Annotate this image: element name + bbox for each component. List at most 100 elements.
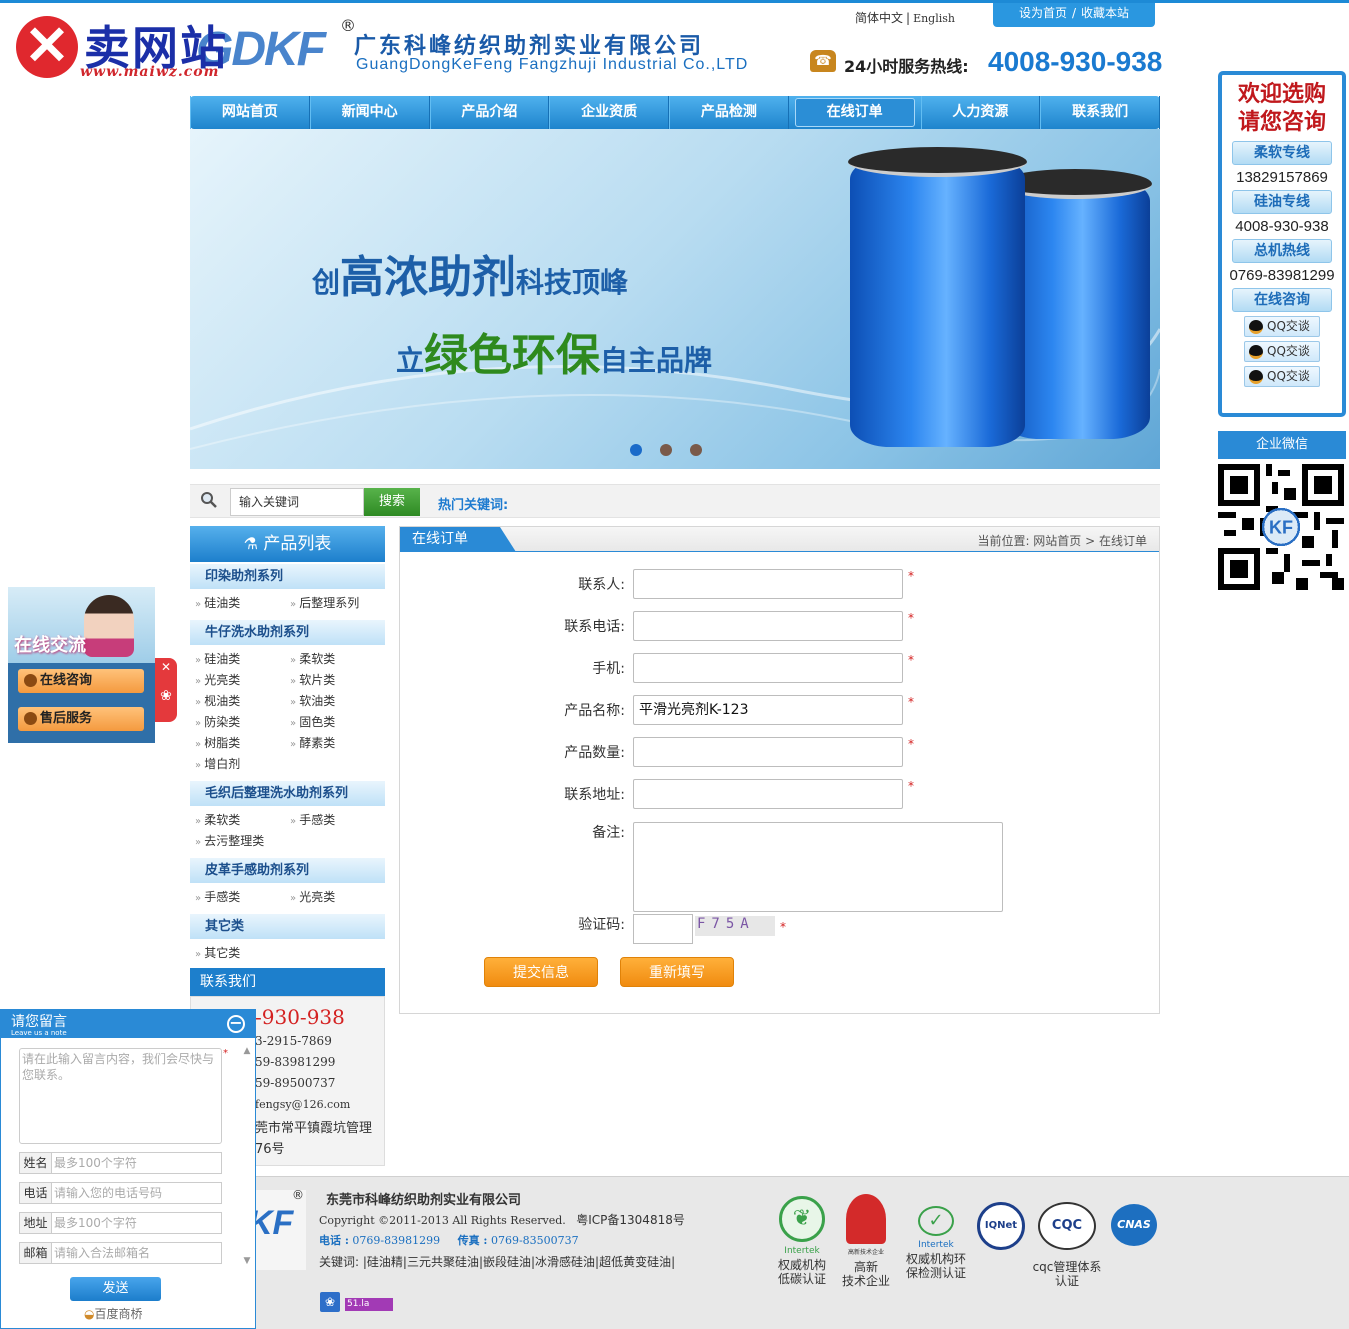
baidu-paw-icon[interactable]: ❀: [320, 1292, 340, 1312]
captcha-input[interactable]: [633, 914, 693, 944]
sidebar-subitem[interactable]: 光亮类: [290, 887, 385, 908]
reset-button[interactable]: 重新填写: [620, 957, 734, 987]
panel-header: 在线订单 当前位置: 网站首页 > 在线订单: [400, 527, 1159, 552]
slide-dot[interactable]: [630, 444, 642, 456]
sidebar-subitem[interactable]: 柔软类: [195, 810, 290, 831]
sidebar-subitem[interactable]: 软油类: [290, 691, 385, 712]
nav-qualification[interactable]: 企业资质: [549, 96, 669, 129]
category-other[interactable]: 其它类: [190, 914, 385, 939]
cert-iqnet[interactable]: IQNet: [974, 1202, 1028, 1254]
cert-cnas[interactable]: CNAS: [1108, 1204, 1160, 1250]
scrollbar[interactable]: ▲ ▼: [241, 1046, 253, 1266]
watermark-x-icon: ✕: [24, 16, 70, 76]
note-textarea[interactable]: [633, 822, 1003, 912]
silicone-line-number: 4008-930-938: [1235, 218, 1329, 235]
qq-chat-button[interactable]: QQ交谈: [1244, 341, 1320, 362]
cert-cqc[interactable]: CQC cqc管理体系认证: [1030, 1202, 1104, 1288]
search-input[interactable]: 输入关键词: [230, 488, 364, 516]
cert-intertek-lowcarbon[interactable]: ❦ Intertek 权威机构 低碳认证: [770, 1196, 834, 1286]
search-button[interactable]: 搜索: [364, 488, 420, 516]
sidebar-subitem[interactable]: 固色类: [290, 712, 385, 733]
contact-fax: 59-89500737: [255, 1076, 336, 1090]
sidebar-subitem[interactable]: 树脂类: [195, 733, 290, 754]
watermark-url: www.maiwz.com: [80, 64, 220, 80]
sidebar-subitem[interactable]: 防染类: [195, 712, 290, 733]
mobile-input[interactable]: [633, 653, 903, 683]
phone-field[interactable]: 电话 请输入您的电话号码: [19, 1182, 222, 1204]
slide-dot[interactable]: [690, 444, 702, 456]
cert-intertek-env[interactable]: ✓ Intertek 权威机构环 保检测认证: [902, 1206, 970, 1280]
main-line-label: 总机热线: [1232, 239, 1332, 263]
nav-testing[interactable]: 产品检测: [669, 96, 789, 129]
sidebar-subitem[interactable]: 手感类: [195, 887, 290, 908]
message-widget-header[interactable]: 请您留言 Leave us a note −: [1, 1010, 255, 1038]
footer-copyright: Copyright ©2011-2013 All Rights Reserved…: [319, 1213, 685, 1227]
category-leather[interactable]: 皮革手感助剂系列: [190, 858, 385, 883]
category-denim[interactable]: 牛仔洗水助剂系列: [190, 620, 385, 645]
nav-products[interactable]: 产品介绍: [429, 96, 550, 129]
contact-person-input[interactable]: [633, 569, 903, 599]
mobile-label: 手机:: [592, 661, 625, 677]
bridge-icon: ◒: [84, 1307, 95, 1321]
quantity-input[interactable]: [633, 737, 903, 767]
sidebar-subitem[interactable]: 枧油类: [195, 691, 290, 712]
cert-high-tech[interactable]: 高新技术企业 高新 技术企业: [836, 1194, 896, 1288]
sidebar-subitem[interactable]: 光亮类: [195, 670, 290, 691]
after-sales-button[interactable]: 售后服务: [18, 707, 144, 731]
search-bar: 输入关键词 搜索 热门关键词:: [190, 484, 1160, 518]
footer-keywords[interactable]: 关键词: |硅油精|三元共聚硅油|嵌段硅油|冰滑感硅油|超低黄变硅油|: [319, 1253, 675, 1270]
cqc-icon: CQC: [1038, 1202, 1096, 1250]
nav-news[interactable]: 新闻中心: [309, 96, 430, 129]
slide-dot[interactable]: [660, 444, 672, 456]
name-field[interactable]: 姓名 最多100个字符: [19, 1152, 222, 1174]
footer-icp[interactable]: 粤ICP备1304818号: [576, 1213, 685, 1227]
banner-slogan-1: 创高浓助剂科技顶峰: [312, 252, 629, 303]
sidebar-subitem[interactable]: 酵素类: [290, 733, 385, 754]
search-icon: [200, 491, 222, 513]
category-dyeing[interactable]: 印染助剂系列: [190, 564, 385, 589]
qq-chat-button[interactable]: QQ交谈: [1244, 366, 1320, 387]
bookmark-link[interactable]: 收藏本站: [1081, 6, 1129, 20]
sidebar-subitem[interactable]: 柔软类: [290, 649, 385, 670]
breadcrumb: 当前位置: 网站首页 > 在线订单: [977, 534, 1147, 548]
sidebar-subitem[interactable]: 后整理系列: [290, 593, 385, 614]
online-chat-panel: 在线交流 在线咨询 售后服务: [8, 587, 155, 743]
qq-chat-button[interactable]: QQ交谈: [1244, 316, 1320, 337]
sidebar-subitem[interactable]: 去污整理类: [195, 831, 290, 852]
submit-button[interactable]: 提交信息: [484, 957, 598, 987]
online-consult-button[interactable]: 在线咨询: [18, 669, 144, 693]
phone-input[interactable]: [633, 611, 903, 641]
captcha-image[interactable]: F75A: [695, 916, 775, 936]
intertek-leaf-icon: ❦: [779, 1196, 825, 1242]
nav-contact[interactable]: 联系我们: [1040, 96, 1160, 129]
form-row: 手机: *: [400, 653, 1159, 685]
customer-service-avatar: [84, 595, 134, 657]
send-button[interactable]: 发送: [70, 1277, 161, 1301]
product-name-input[interactable]: 平滑光亮剂K-123: [633, 695, 903, 725]
sidebar-subitem[interactable]: 其它类: [195, 943, 290, 964]
minimize-icon[interactable]: −: [227, 1015, 245, 1033]
sidebar-subitem[interactable]: 硅油类: [195, 593, 290, 614]
lang-en[interactable]: English: [913, 12, 955, 25]
close-icon: ✕: [160, 660, 172, 674]
lang-zh[interactable]: 简体中文: [855, 11, 903, 25]
message-textarea[interactable]: 请在此输入留言内容，我们会尽快与您联系。: [19, 1048, 222, 1144]
set-homepage-link[interactable]: 设为首页: [1019, 6, 1067, 20]
qq-penguin-icon: [1249, 369, 1263, 384]
close-panel-button[interactable]: ✕ ❀: [155, 658, 177, 722]
sidebar-subitem[interactable]: 软片类: [290, 670, 385, 691]
slide-indicators: [630, 444, 702, 456]
nav-hr[interactable]: 人力资源: [920, 96, 1041, 129]
high-tech-flame-icon: [846, 1194, 886, 1244]
sidebar-subitem[interactable]: 手感类: [290, 810, 385, 831]
nav-home[interactable]: 网站首页: [190, 96, 310, 129]
sidebar-subitem[interactable]: 增白剂: [195, 754, 290, 775]
hero-banner[interactable]: 创高浓助剂科技顶峰 立绿色环保自主品牌: [190, 129, 1160, 469]
nav-online-order[interactable]: 在线订单: [794, 98, 915, 127]
address-input[interactable]: [633, 779, 903, 809]
stats-badge[interactable]: 51.la: [345, 1298, 393, 1311]
address-field[interactable]: 地址 最多100个字符: [19, 1212, 222, 1234]
category-knit[interactable]: 毛织后整理洗水助剂系列: [190, 781, 385, 806]
email-field[interactable]: 邮箱 请输入合法邮箱名: [19, 1242, 222, 1264]
sidebar-subitem[interactable]: 硅油类: [195, 649, 290, 670]
